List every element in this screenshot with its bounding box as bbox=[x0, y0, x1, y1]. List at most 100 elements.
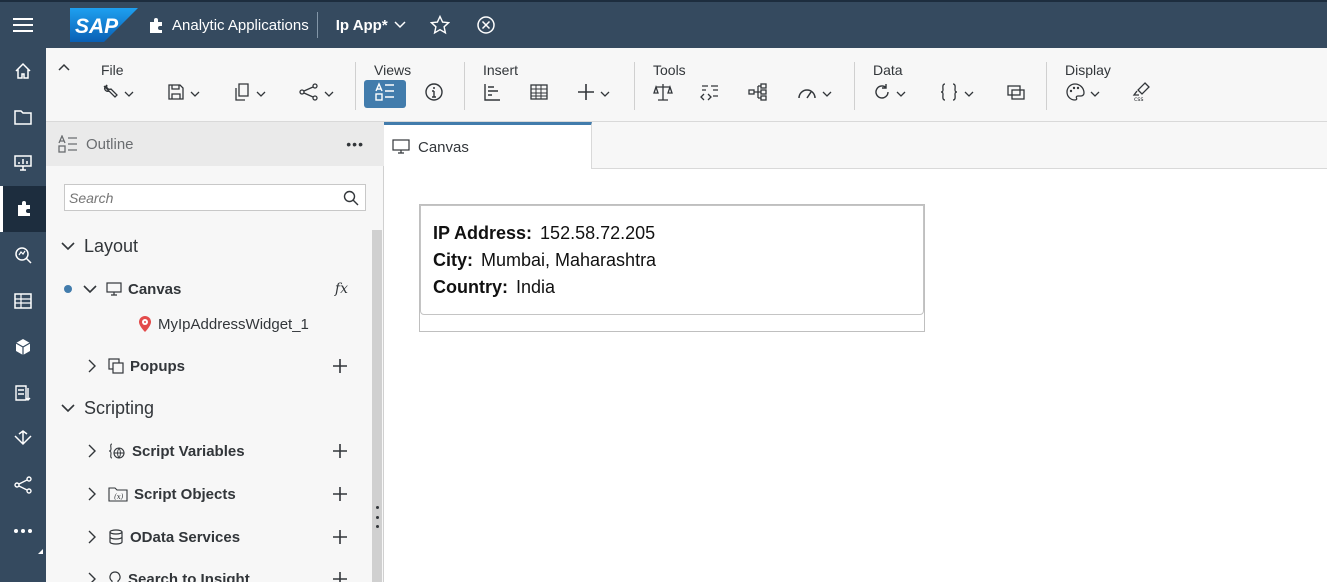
chevron-down-icon bbox=[822, 91, 832, 97]
css-brush-icon: css bbox=[1131, 81, 1153, 107]
outline-more-button[interactable]: ••• bbox=[346, 136, 364, 152]
group-tools-label: Tools bbox=[653, 62, 686, 78]
menu-icon[interactable] bbox=[0, 2, 46, 48]
insert-chart-button[interactable] bbox=[483, 82, 501, 106]
add-odata-button[interactable] bbox=[332, 529, 348, 545]
info-icon bbox=[424, 82, 444, 107]
group-insert-label: Insert bbox=[483, 62, 519, 78]
connection-icon[interactable] bbox=[0, 416, 46, 462]
city-key: City: bbox=[433, 250, 473, 270]
tree-item-odata[interactable]: OData Services bbox=[46, 522, 372, 552]
share-icon bbox=[299, 82, 319, 106]
copy-icon bbox=[233, 82, 251, 106]
theme-button[interactable] bbox=[1065, 82, 1100, 106]
canvas-icon bbox=[392, 139, 410, 155]
outline-scrollbar[interactable] bbox=[372, 230, 382, 582]
home-icon[interactable] bbox=[0, 48, 46, 94]
data-action-icon[interactable] bbox=[0, 370, 46, 416]
location-pin-icon bbox=[138, 315, 152, 333]
group-display-label: Display bbox=[1065, 62, 1111, 78]
tree-item-search-insight[interactable]: Search to Insight bbox=[46, 564, 372, 582]
outline-view-button[interactable] bbox=[364, 80, 406, 108]
ip-key: IP Address: bbox=[433, 223, 533, 243]
search-input[interactable] bbox=[65, 189, 343, 206]
group-data-label: Data bbox=[873, 62, 903, 78]
analytic-app-icon[interactable] bbox=[0, 186, 46, 232]
section-scripting-label: Scripting bbox=[84, 397, 155, 418]
chevron-down-icon bbox=[82, 284, 98, 294]
group-file-label: File bbox=[101, 62, 124, 78]
tree-item-popups-label: Popups bbox=[130, 357, 185, 375]
add-script-object-button[interactable] bbox=[332, 486, 348, 502]
insert-add-button[interactable] bbox=[577, 82, 610, 106]
tab-canvas[interactable]: Canvas bbox=[384, 122, 592, 169]
chevron-down-icon bbox=[896, 91, 906, 97]
share-button[interactable] bbox=[299, 82, 334, 106]
outline-header: Outline ••• bbox=[46, 122, 384, 166]
ip-row: IP Address: 152.58.72.205 bbox=[433, 222, 923, 249]
folder-icon[interactable] bbox=[0, 94, 46, 140]
add-search-insight-button[interactable] bbox=[332, 571, 348, 582]
compare-button[interactable] bbox=[653, 82, 673, 106]
app-name[interactable]: Analytic Applications bbox=[148, 16, 309, 34]
canvas-area[interactable]: IP Address: 152.58.72.205 City: Mumbai, Ma… bbox=[384, 169, 1327, 582]
chevron-right-icon bbox=[84, 572, 100, 582]
chevron-down-icon bbox=[60, 241, 76, 251]
side-navigation bbox=[0, 48, 46, 582]
copy-button[interactable] bbox=[233, 82, 266, 106]
expand-corner-icon[interactable] bbox=[38, 549, 43, 554]
tree-item-canvas[interactable]: Canvas fx bbox=[46, 274, 372, 304]
scale-icon bbox=[653, 83, 673, 106]
sap-logo[interactable]: SAP bbox=[70, 8, 138, 42]
explorer-icon[interactable] bbox=[0, 232, 46, 278]
tree-item-popups[interactable]: Popups bbox=[46, 351, 372, 381]
ip-address-widget[interactable]: IP Address: 152.58.72.205 City: Mumbai, Ma… bbox=[419, 204, 925, 332]
resize-grip-icon[interactable] bbox=[376, 506, 380, 528]
linked-widgets-button[interactable] bbox=[1006, 82, 1026, 106]
tree-item-script-objects[interactable]: (x) Script Objects bbox=[46, 479, 372, 509]
fx-button[interactable]: fx bbox=[335, 281, 348, 297]
variables-button[interactable] bbox=[939, 82, 974, 106]
refresh-button[interactable] bbox=[873, 82, 906, 106]
section-scripting[interactable]: Scripting bbox=[60, 393, 386, 423]
share-icon[interactable] bbox=[0, 462, 46, 508]
info-button[interactable] bbox=[424, 82, 444, 106]
toolbar-divider bbox=[1046, 62, 1047, 110]
palette-icon bbox=[1065, 82, 1085, 106]
add-script-variable-button[interactable] bbox=[332, 443, 348, 459]
chevron-down-icon bbox=[256, 91, 266, 97]
svg-text:SAP: SAP bbox=[75, 15, 119, 38]
refresh-icon bbox=[873, 83, 891, 106]
tree-item-widget[interactable]: MyIpAddressWidget_1 bbox=[46, 309, 372, 339]
tree-item-canvas-label: Canvas bbox=[128, 280, 182, 298]
plus-icon bbox=[577, 83, 595, 106]
save-button[interactable] bbox=[167, 82, 200, 106]
file-title[interactable]: Ip App* bbox=[336, 17, 406, 34]
hierarchy-icon bbox=[748, 82, 768, 106]
chevron-right-icon bbox=[84, 530, 100, 544]
add-popup-button[interactable] bbox=[332, 358, 348, 374]
favorite-star-icon[interactable] bbox=[428, 13, 452, 37]
model-cube-icon[interactable] bbox=[0, 324, 46, 370]
performance-button[interactable] bbox=[797, 82, 832, 106]
tree-item-odata-label: OData Services bbox=[130, 528, 241, 546]
script-variable-icon bbox=[108, 443, 126, 459]
more-icon[interactable] bbox=[0, 508, 46, 554]
hierarchy-button[interactable] bbox=[748, 82, 768, 106]
edit-tools-button[interactable] bbox=[101, 82, 134, 106]
script-button[interactable] bbox=[700, 82, 720, 106]
gauge-icon bbox=[797, 83, 817, 106]
search-icon[interactable] bbox=[343, 190, 359, 206]
tree-item-script-variables[interactable]: Script Variables bbox=[46, 436, 372, 466]
wrench-icon bbox=[101, 83, 119, 106]
code-script-icon bbox=[700, 83, 720, 106]
section-layout[interactable]: Layout bbox=[60, 231, 386, 261]
presentation-icon[interactable] bbox=[0, 140, 46, 186]
css-button[interactable]: css bbox=[1131, 81, 1153, 107]
collapse-toolbar-icon[interactable] bbox=[56, 60, 72, 76]
lightbulb-icon bbox=[108, 571, 122, 582]
country-key: Country: bbox=[433, 277, 508, 297]
insert-table-button[interactable] bbox=[530, 82, 548, 106]
close-icon[interactable] bbox=[474, 13, 498, 37]
dataset-icon[interactable] bbox=[0, 278, 46, 324]
